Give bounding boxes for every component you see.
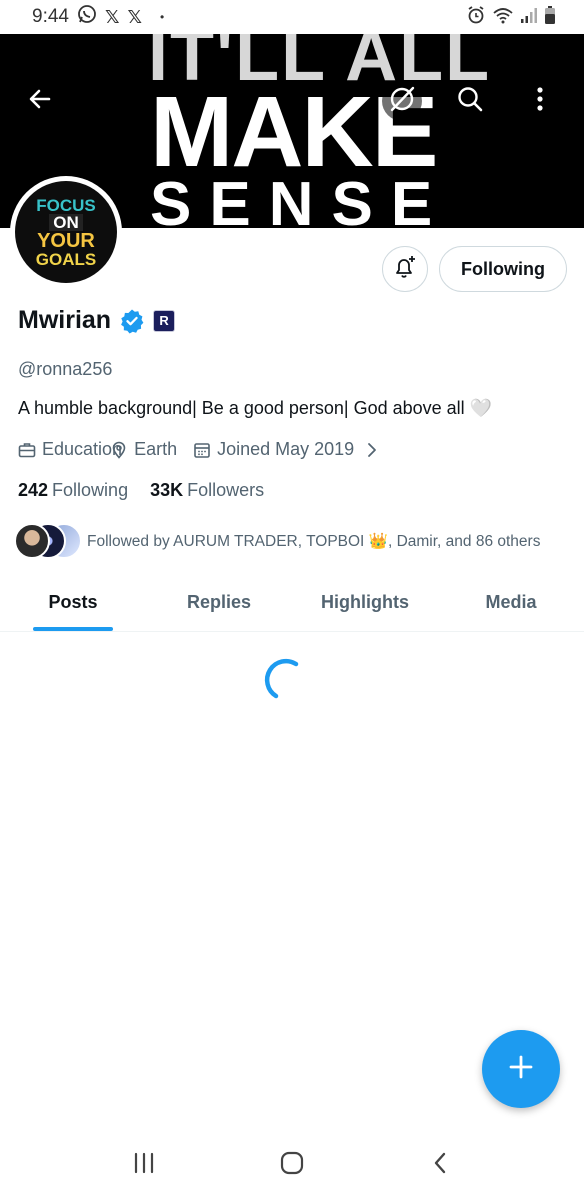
- tab-label: Highlights: [321, 592, 409, 612]
- battery-icon: [544, 5, 556, 30]
- search-button[interactable]: [450, 81, 490, 121]
- search-icon: [456, 85, 484, 118]
- status-time: 9:44: [32, 6, 69, 27]
- chevron-right-icon[interactable]: [366, 442, 378, 458]
- more-options-button[interactable]: [520, 81, 560, 121]
- followed-by-avatars: [14, 523, 82, 559]
- signal-icon: [520, 5, 538, 30]
- grok-icon: [387, 84, 417, 119]
- whatsapp-icon: [77, 4, 97, 30]
- banner-line-3: SENSE: [150, 170, 451, 229]
- profile-avatar[interactable]: FOCUS ON YOUR GOALS: [10, 176, 122, 288]
- followers-count-label: Followers: [187, 480, 265, 500]
- calendar-icon: [193, 441, 211, 459]
- meta-category: Education: [18, 439, 122, 460]
- tab-label: Replies: [186, 592, 252, 612]
- location-pin-icon: [110, 441, 128, 459]
- following-count: 242: [18, 480, 49, 500]
- x-icon: 𝕏: [127, 6, 143, 27]
- display-name: Mwirian: [18, 306, 112, 334]
- avatar-word-2: ON: [49, 213, 83, 231]
- followed-by-row[interactable]: Followed by AURUM TRADER, TOPBOI 👑, Dami…: [14, 523, 540, 559]
- plus-icon: [508, 1054, 534, 1085]
- tab-replies[interactable]: Replies: [146, 574, 292, 631]
- back-nav-button[interactable]: [410, 1140, 470, 1190]
- joined-label: Joined May 2019: [217, 439, 355, 459]
- notifications-button[interactable]: [382, 246, 428, 292]
- back-button[interactable]: [20, 81, 60, 121]
- verified-badge-icon[interactable]: [119, 308, 145, 334]
- chevron-left-icon: [432, 1151, 448, 1180]
- following-count-link[interactable]: 242 Following: [18, 480, 128, 501]
- home-button[interactable]: [262, 1140, 322, 1190]
- briefcase-icon: [18, 441, 36, 459]
- location-label: Earth: [134, 439, 178, 459]
- home-icon: [279, 1150, 305, 1181]
- system-nav-bar: [0, 1130, 584, 1200]
- meta-joined: Joined May 2019: [193, 439, 354, 460]
- profile-tabs: Posts Replies Highlights Media: [0, 574, 584, 632]
- x-icon: 𝕏: [104, 6, 120, 27]
- follower-avatar: [14, 523, 50, 559]
- status-bar: 9:44 𝕏 𝕏 •: [0, 0, 584, 34]
- bell-plus-icon: [391, 253, 419, 286]
- avatar-image: FOCUS ON YOUR GOALS: [15, 181, 117, 283]
- tab-media[interactable]: Media: [438, 574, 584, 631]
- avatar-word-1: FOCUS: [36, 195, 96, 215]
- tab-label: Posts: [48, 592, 98, 612]
- wifi-icon: [492, 5, 514, 30]
- avatar-word-4: GOALS: [35, 249, 97, 269]
- profile-bio: A humble background| Be a good person| G…: [18, 398, 493, 418]
- profile-meta-row: Education Earth Joined May 2019: [18, 439, 378, 460]
- alarm-icon: [466, 5, 486, 30]
- status-left: 9:44 𝕏 𝕏 •: [32, 4, 164, 30]
- grok-button[interactable]: [382, 81, 422, 121]
- meta-location: Earth: [110, 439, 177, 460]
- loading-spinner: [262, 656, 310, 704]
- affiliate-badge[interactable]: R: [153, 309, 176, 332]
- status-right: [466, 5, 556, 30]
- name-row: Mwirian R: [18, 306, 176, 335]
- follow-counts: 242 Following 33K Followers: [18, 480, 264, 501]
- recent-apps-button[interactable]: [114, 1140, 174, 1190]
- tab-highlights[interactable]: Highlights: [292, 574, 438, 631]
- followers-count: 33K: [150, 480, 184, 500]
- following-count-label: Following: [52, 480, 129, 500]
- active-tab-indicator: [33, 627, 113, 631]
- status-dot: •: [160, 10, 165, 24]
- tab-label: Media: [485, 592, 537, 612]
- tab-posts[interactable]: Posts: [0, 574, 146, 631]
- more-vertical-icon: [536, 86, 544, 117]
- compose-post-button[interactable]: [482, 1030, 560, 1108]
- followers-count-link[interactable]: 33K Followers: [150, 480, 264, 501]
- recent-apps-icon: [132, 1152, 156, 1179]
- followed-by-text: Followed by AURUM TRADER, TOPBOI 👑, Dami…: [87, 532, 541, 550]
- avatar-word-3: YOUR: [37, 229, 95, 252]
- back-arrow-icon: [27, 86, 53, 117]
- following-button[interactable]: Following: [439, 246, 567, 292]
- profile-handle: @ronna256: [18, 359, 113, 379]
